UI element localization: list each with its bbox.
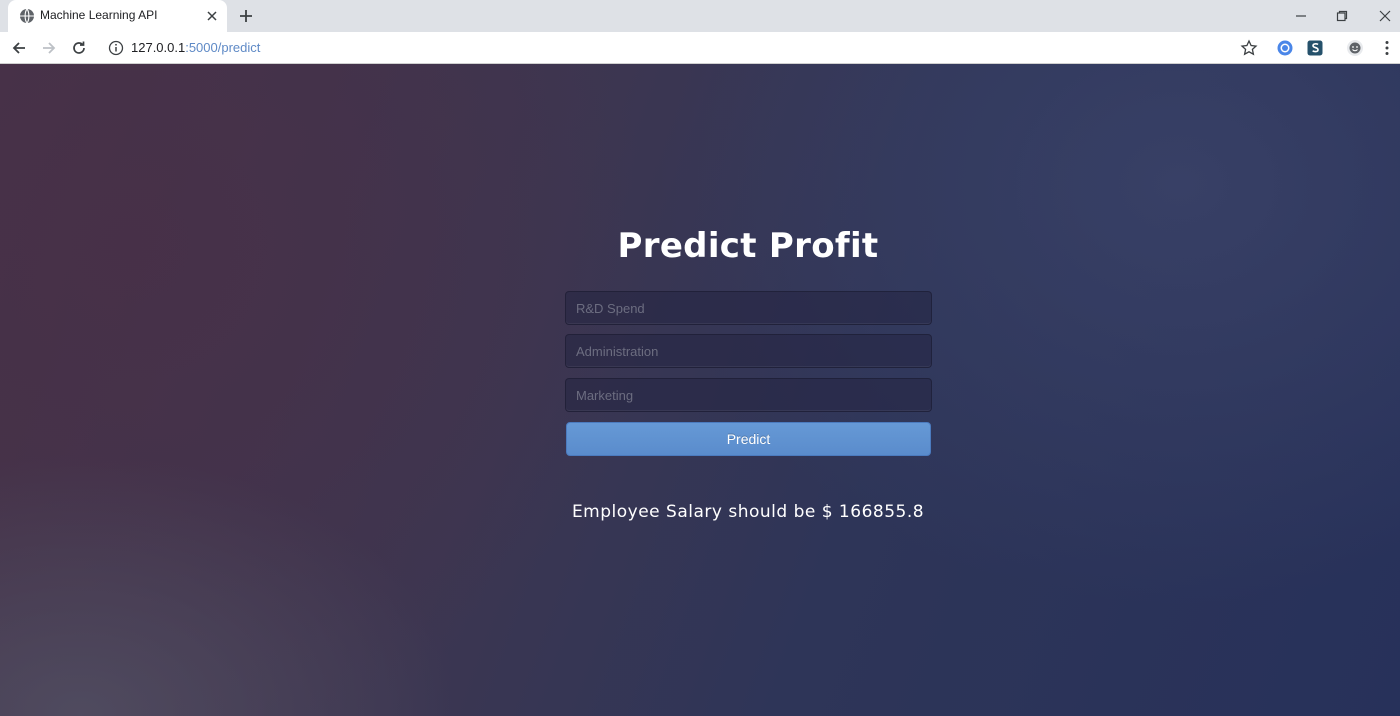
url-path: :5000/predict — [185, 40, 261, 55]
predict-button[interactable]: Predict — [566, 422, 931, 456]
plus-icon[interactable] — [238, 8, 254, 24]
reload-icon[interactable] — [70, 39, 88, 57]
menu-dots-icon[interactable] — [1378, 39, 1396, 57]
close-icon[interactable] — [205, 9, 219, 23]
marketing-input[interactable] — [565, 378, 932, 412]
s-extension-icon[interactable] — [1306, 39, 1324, 57]
chrome-extension-icon[interactable] — [1276, 39, 1294, 57]
globe-icon — [20, 8, 34, 24]
restore-icon[interactable] — [1332, 6, 1352, 26]
window-close-icon[interactable] — [1375, 6, 1395, 26]
prediction-result: Employee Salary should be $ 166855.8 — [571, 502, 925, 522]
minimize-icon[interactable] — [1291, 6, 1311, 26]
star-icon[interactable] — [1240, 39, 1258, 57]
address-bar[interactable]: 127.0.0.1:5000/predict — [131, 40, 260, 55]
tab-title: Machine Learning API — [40, 8, 158, 22]
forward-arrow-icon[interactable] — [40, 39, 58, 57]
back-arrow-icon[interactable] — [10, 39, 28, 57]
profile-avatar-icon[interactable] — [1346, 39, 1364, 57]
rd-spend-input[interactable] — [565, 291, 932, 325]
page-viewport: Predict Profit Predict Employee Salary s… — [0, 64, 1400, 716]
info-icon[interactable] — [108, 40, 124, 56]
url-host: 127.0.0.1 — [131, 40, 186, 55]
administration-input[interactable] — [565, 334, 932, 368]
browser-toolbar: 127.0.0.1:5000/predict — [0, 32, 1400, 64]
page-title: Predict Profit — [617, 226, 879, 266]
tab-strip: Machine Learning API — [0, 0, 1400, 32]
browser-tab[interactable]: Machine Learning API — [8, 0, 227, 32]
